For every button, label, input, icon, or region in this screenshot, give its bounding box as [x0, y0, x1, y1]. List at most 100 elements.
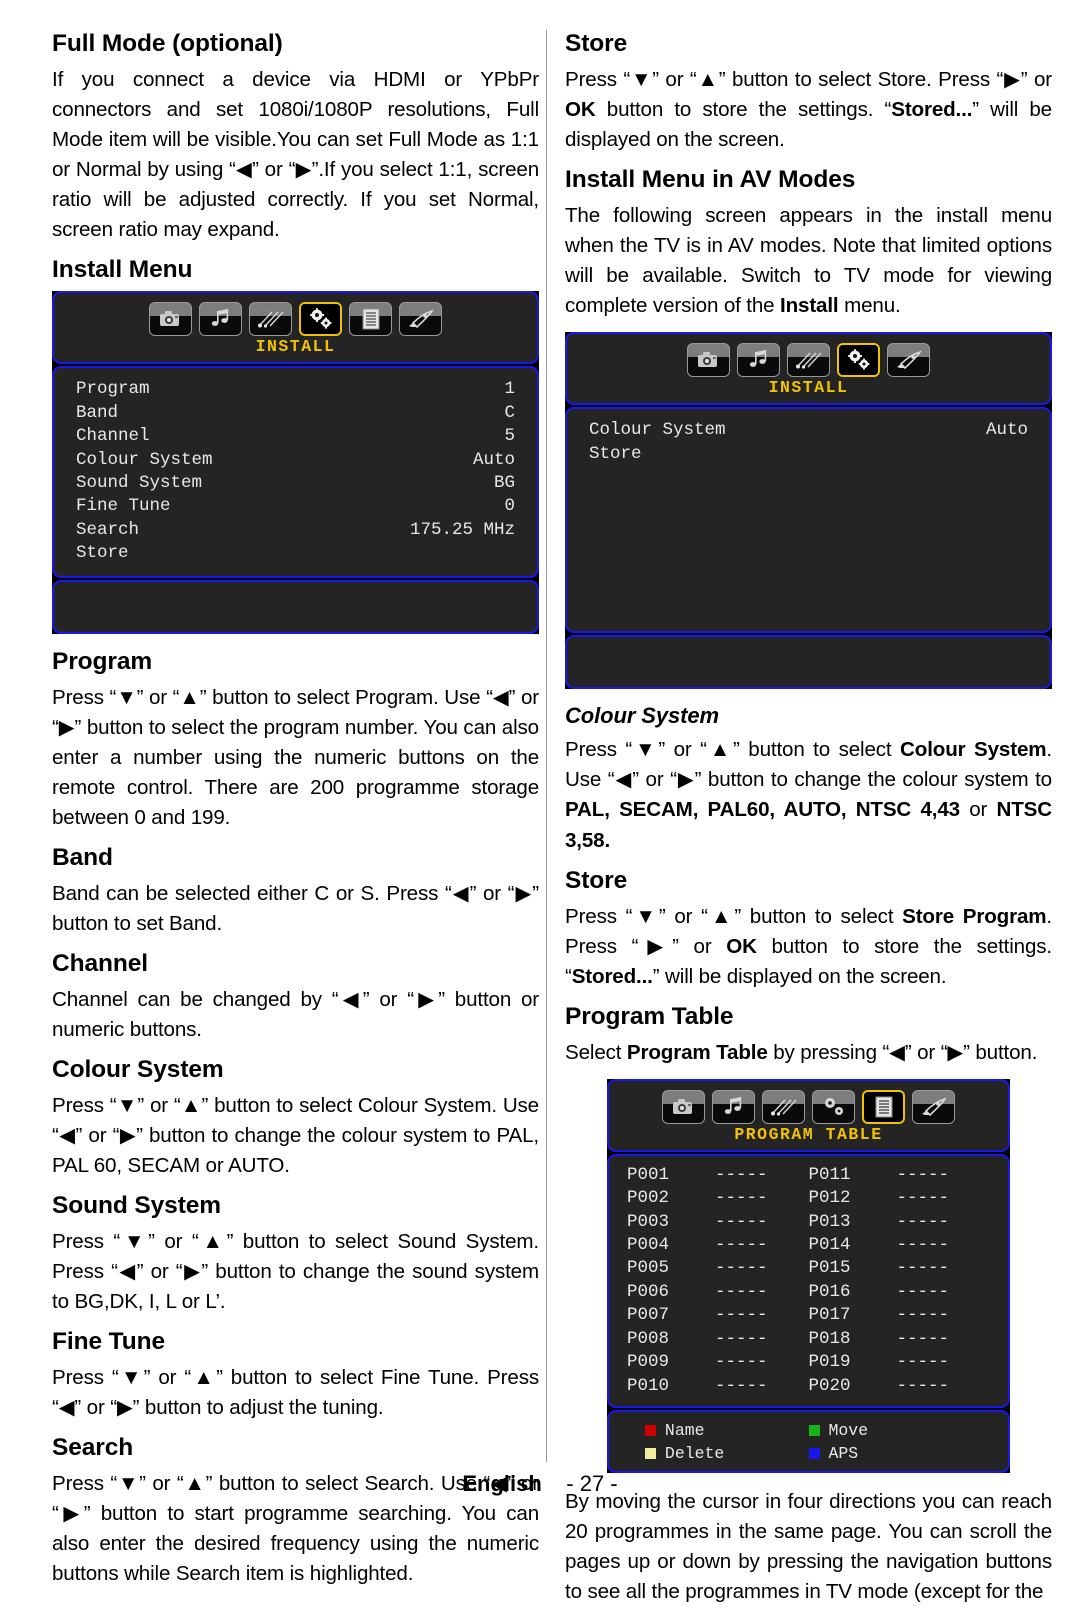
footer-page-number: - 27 -	[566, 1471, 618, 1496]
green-square-icon	[808, 1425, 820, 1437]
section-body-sound-system: Press “▼” or “▲” button to select Sound …	[52, 1230, 539, 1314]
section-heading-install-menu-av: Install Menu in AV Modes	[565, 166, 856, 194]
program-number: P010	[627, 1375, 670, 1396]
shooting-star-icon[interactable]	[762, 1089, 805, 1124]
section-body-fine-tune: Press “▼” or “▲” button to select Fine T…	[52, 1366, 539, 1420]
program-table-legend: Name Move Delete APS	[609, 1412, 1008, 1471]
legend-item-name[interactable]: Name	[644, 1419, 809, 1442]
camera-icon[interactable]	[149, 302, 192, 337]
program-number: P012	[808, 1188, 851, 1209]
osd-row[interactable]: Colour System Auto	[589, 419, 1028, 442]
osd-row[interactable]: Channel 5	[76, 425, 515, 448]
program-name: -----	[715, 1328, 768, 1349]
program-table-row[interactable]: P015 -----	[809, 1257, 991, 1280]
program-table-row[interactable]: P013 -----	[809, 1211, 991, 1234]
program-table-row[interactable]: P017 -----	[809, 1304, 991, 1327]
osd-row-value: BG	[493, 472, 515, 493]
section-heading-colour-system: Colour System	[52, 1056, 224, 1084]
program-table-row[interactable]: P004 -----	[627, 1234, 809, 1257]
program-name: -----	[896, 1281, 950, 1302]
program-table-column-left: P001 ----- P002 ----- P003 ----- P004 ----- …	[627, 1164, 809, 1398]
rocket-icon[interactable]	[912, 1089, 955, 1124]
music-note-icon[interactable]	[737, 343, 780, 378]
legend-item-move[interactable]: Move	[808, 1419, 973, 1442]
section-heading-store: Store	[565, 30, 628, 57]
osd-pt-body: P001 ----- P002 ----- P003 ----- P004 ----- …	[607, 1153, 1010, 1409]
section-heading-program-table: Program Table	[565, 1002, 734, 1030]
program-table-row[interactable]: P005 -----	[627, 1257, 809, 1280]
osd-row[interactable]: Store	[76, 542, 515, 565]
program-number: P006	[627, 1281, 670, 1302]
program-table-row[interactable]: P007 -----	[627, 1304, 809, 1327]
program-name: -----	[896, 1258, 950, 1279]
osd-av-body: Colour System Auto Store	[565, 407, 1052, 634]
program-table-row[interactable]: P009 -----	[627, 1351, 809, 1374]
program-name: -----	[896, 1211, 950, 1232]
section-heading-colour-system-av: Colour System	[565, 703, 719, 729]
program-table-row[interactable]: P010 -----	[627, 1375, 809, 1398]
osd-row-label: Store	[589, 443, 642, 464]
osd-row[interactable]: Program 1	[76, 378, 515, 401]
program-name: -----	[715, 1188, 768, 1209]
closing-paragraph: By moving the cursor in four directions …	[565, 1490, 1052, 1604]
osd-row-label: Program	[76, 379, 150, 400]
program-table-row[interactable]: P012 -----	[809, 1187, 991, 1210]
program-table-row[interactable]: P011 -----	[809, 1164, 991, 1187]
osd-row[interactable]: Fine Tune 0	[76, 495, 515, 518]
program-table-row[interactable]: P020 -----	[809, 1375, 991, 1398]
program-number: P020	[808, 1375, 851, 1396]
program-number: P009	[627, 1352, 670, 1373]
document-list-icon[interactable]	[349, 302, 392, 337]
osd-row-value: 175.25 MHz	[409, 519, 515, 540]
osd-row-value: 5	[504, 426, 515, 447]
camera-icon[interactable]	[687, 343, 730, 378]
program-number: P002	[627, 1188, 670, 1209]
osd-row-value: 1	[504, 379, 515, 400]
osd-row-value: Auto	[472, 449, 515, 470]
program-table-row[interactable]: P001 -----	[627, 1164, 809, 1187]
shooting-star-icon[interactable]	[249, 302, 292, 337]
legend-item-aps[interactable]: APS	[808, 1442, 973, 1465]
osd-row[interactable]: Sound System BG	[76, 472, 515, 495]
program-table-row[interactable]: P003 -----	[627, 1211, 809, 1234]
osd-av-header: INSTALL	[565, 332, 1052, 406]
osd-row-label: Colour System	[76, 449, 213, 470]
osd-row-label: Channel	[76, 426, 150, 447]
program-table-row[interactable]: P018 -----	[809, 1328, 991, 1351]
section-body-store: Press “▼” or “▲” button to select Store.…	[565, 67, 1052, 152]
program-name: -----	[896, 1305, 950, 1326]
program-name: -----	[715, 1235, 768, 1256]
rocket-icon[interactable]	[887, 343, 930, 378]
program-number: P001	[627, 1164, 670, 1185]
music-note-icon[interactable]	[712, 1089, 755, 1124]
program-table-row[interactable]: P008 -----	[627, 1328, 809, 1351]
osd-pt-footer: Name Move Delete APS	[607, 1410, 1010, 1474]
program-table-row[interactable]: P016 -----	[809, 1281, 991, 1304]
program-table-row[interactable]: P014 -----	[809, 1234, 991, 1257]
document-list-icon[interactable]	[862, 1089, 905, 1124]
program-name: -----	[715, 1211, 768, 1232]
gears-icon[interactable]	[812, 1089, 855, 1124]
camera-icon[interactable]	[662, 1089, 705, 1124]
program-table-row[interactable]: P019 -----	[809, 1351, 991, 1374]
osd-row[interactable]: Band C	[76, 402, 515, 425]
program-number: P015	[808, 1258, 851, 1279]
program-table-row[interactable]: P006 -----	[627, 1281, 809, 1304]
legend-label: Move	[828, 1421, 869, 1441]
section-body-program-table: Select Program Table by pressing “◀” or …	[565, 1040, 1038, 1064]
yellow-square-icon	[644, 1448, 656, 1460]
program-name: -----	[715, 1164, 768, 1185]
rocket-icon[interactable]	[399, 302, 442, 337]
gears-icon[interactable]	[837, 343, 880, 378]
program-table-row[interactable]: P002 -----	[627, 1187, 809, 1210]
program-name: -----	[896, 1375, 950, 1396]
osd-row[interactable]: Colour System Auto	[76, 449, 515, 472]
gears-icon[interactable]	[299, 302, 342, 337]
music-note-icon[interactable]	[199, 302, 242, 337]
osd-row[interactable]: Search 175.25 MHz	[76, 519, 515, 542]
osd-row[interactable]: Store	[589, 443, 1028, 466]
program-name: -----	[715, 1375, 768, 1396]
legend-item-delete[interactable]: Delete	[644, 1442, 809, 1465]
shooting-star-icon[interactable]	[787, 343, 830, 378]
osd-pt-title: PROGRAM TABLE	[734, 1124, 883, 1144]
